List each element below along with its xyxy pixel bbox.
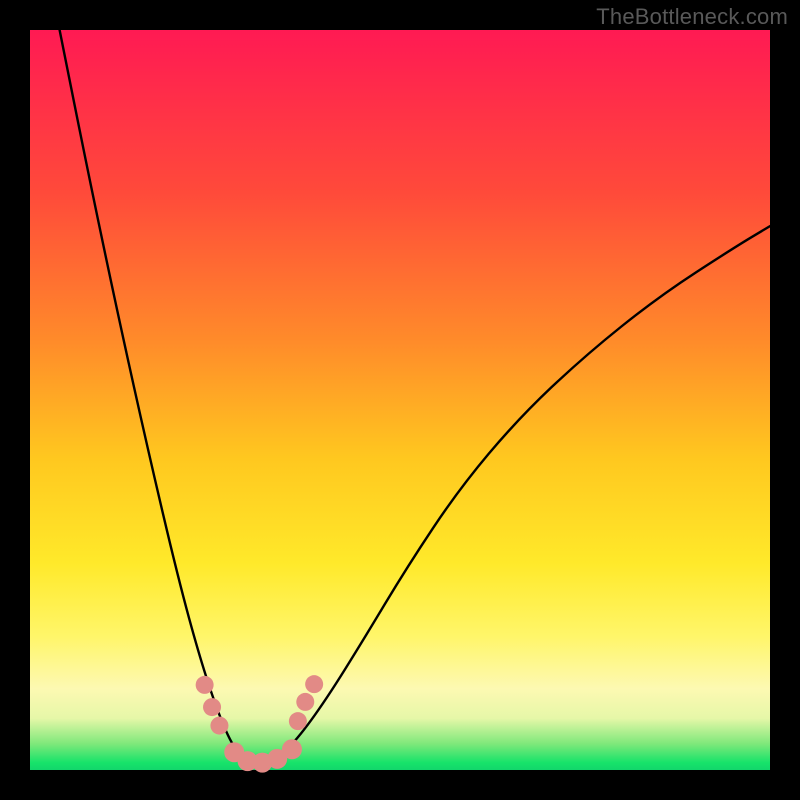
data-marker bbox=[196, 676, 214, 694]
watermark-text: TheBottleneck.com bbox=[596, 4, 788, 30]
figure-container: TheBottleneck.com bbox=[0, 0, 800, 800]
data-marker bbox=[296, 693, 314, 711]
plot-area bbox=[30, 30, 770, 770]
chart-svg bbox=[30, 30, 770, 770]
data-marker bbox=[289, 712, 307, 730]
data-markers bbox=[196, 675, 324, 772]
data-marker bbox=[305, 675, 323, 693]
data-marker bbox=[210, 717, 228, 735]
data-marker bbox=[282, 739, 302, 759]
data-marker bbox=[203, 698, 221, 716]
bottleneck-curve-line bbox=[60, 30, 770, 765]
